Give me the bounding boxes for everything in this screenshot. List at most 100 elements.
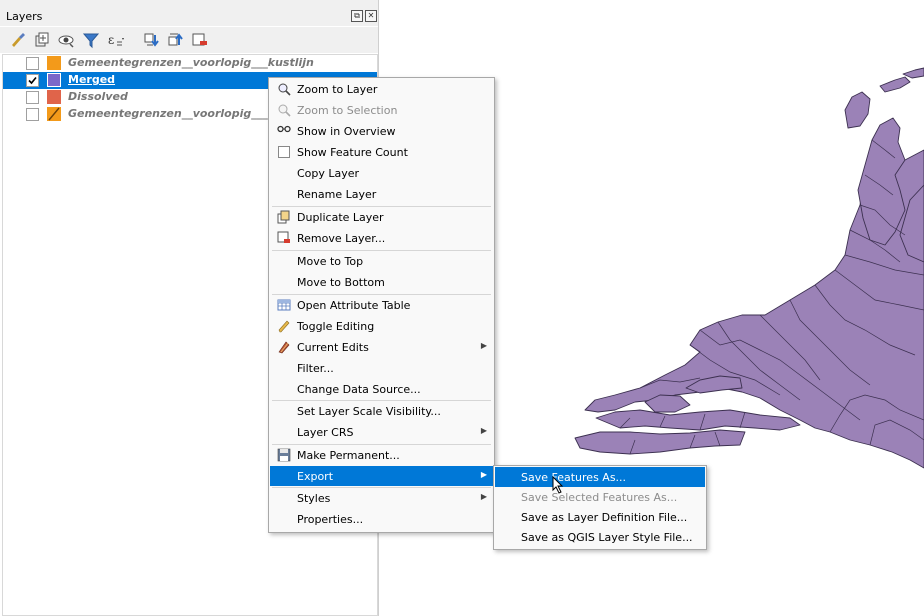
- remove-layer-icon: [277, 231, 290, 243]
- menu-item-label: Remove Layer...: [297, 232, 386, 245]
- layer-visibility-checkbox[interactable]: [26, 108, 39, 121]
- layer-context-menu: Zoom to Layer Zoom to Selection Show in …: [268, 77, 495, 533]
- overview-icon: [277, 125, 291, 133]
- menu-show-in-overview[interactable]: Show in Overview: [270, 121, 493, 141]
- layer-symbol: [47, 107, 61, 121]
- menu-toggle-editing[interactable]: Toggle Editing: [270, 316, 493, 336]
- texel-polygon: [844, 91, 871, 129]
- submenu-save-features-as[interactable]: Save Features As...: [495, 467, 705, 487]
- submenu-save-selected-features-as[interactable]: Save Selected Features As...: [495, 487, 705, 507]
- menu-item-label: Styles: [297, 492, 331, 505]
- menu-item-label: Move to Bottom: [297, 276, 385, 289]
- close-icon[interactable]: ✕: [365, 10, 377, 22]
- export-submenu: Save Features As... Save Selected Featur…: [493, 465, 707, 550]
- menu-item-label: Filter...: [297, 362, 334, 375]
- duplicate-icon: [277, 210, 290, 224]
- layer-name[interactable]: Dissolved: [68, 90, 128, 103]
- visibility-eye-icon[interactable]: [58, 31, 76, 49]
- menu-item-label: Open Attribute Table: [297, 299, 411, 312]
- wadden-island-polygon: [879, 76, 911, 93]
- zoom-selection-icon: [278, 104, 291, 117]
- menu-item-label: Current Edits: [297, 341, 369, 354]
- pencil-icon: [278, 320, 290, 333]
- wadden-island-polygon: [902, 67, 924, 79]
- layer-visibility-checkbox[interactable]: [26, 57, 39, 70]
- checkbox-icon[interactable]: [278, 146, 290, 158]
- layer-name[interactable]: Gemeentegrenzen__voorlopig___kustlijn: [68, 56, 314, 69]
- menu-item-label: Show Feature Count: [297, 146, 408, 159]
- zeeland-polygon: [595, 409, 801, 431]
- menu-item-label: Layer CRS: [297, 426, 354, 439]
- filter-legend-icon[interactable]: [82, 31, 100, 49]
- menu-current-edits[interactable]: Current Edits ▶: [270, 337, 493, 357]
- svg-text:ε: ε: [108, 33, 114, 47]
- checkmark-icon: [28, 76, 37, 85]
- current-edits-icon: [278, 341, 290, 354]
- layer-symbol: [47, 56, 61, 70]
- save-icon: [277, 448, 291, 462]
- layer-visibility-checkbox[interactable]: [26, 91, 39, 104]
- submenu-arrow-icon: ▶: [480, 341, 487, 350]
- menu-rename-layer[interactable]: Rename Layer: [270, 184, 493, 204]
- layer-symbol: [47, 73, 61, 87]
- attribute-table-icon: [277, 299, 291, 311]
- layer-name[interactable]: Gemeentegrenzen__voorlopig___kust: [68, 107, 295, 120]
- menu-item-label: Zoom to Layer: [297, 83, 378, 96]
- menu-item-label: Save Features As...: [521, 471, 627, 484]
- zeeuws-vlaanderen-polygon: [574, 429, 746, 455]
- menu-zoom-to-selection[interactable]: Zoom to Selection: [270, 100, 493, 120]
- submenu-save-layer-style[interactable]: Save as QGIS Layer Style File...: [495, 527, 705, 547]
- menu-move-to-top[interactable]: Move to Top: [270, 251, 493, 271]
- menu-item-label: Change Data Source...: [297, 383, 421, 396]
- collapse-all-icon[interactable]: [167, 31, 185, 49]
- style-manager-icon[interactable]: [9, 31, 27, 49]
- menu-duplicate-layer[interactable]: Duplicate Layer: [270, 207, 493, 227]
- menu-properties[interactable]: Properties...: [270, 509, 493, 529]
- panel-toolbar: ε: [0, 27, 378, 53]
- menu-remove-layer[interactable]: Remove Layer...: [270, 228, 493, 248]
- menu-item-label: Copy Layer: [297, 167, 360, 180]
- add-group-icon[interactable]: [33, 31, 51, 49]
- zoom-layer-icon: [278, 83, 291, 96]
- layer-name[interactable]: Merged: [68, 73, 115, 86]
- menu-export[interactable]: Export ▶: [270, 466, 493, 486]
- menu-styles[interactable]: Styles ▶: [270, 488, 493, 508]
- submenu-arrow-icon: ▶: [480, 492, 487, 501]
- menu-item-label: Export: [297, 470, 334, 483]
- remove-layer-icon[interactable]: [191, 31, 209, 49]
- float-icon[interactable]: ⧉: [351, 10, 363, 22]
- menu-zoom-to-layer[interactable]: Zoom to Layer: [270, 79, 493, 99]
- menu-item-label: Zoom to Selection: [297, 104, 398, 117]
- panel-header: Layers ⧉ ✕: [0, 0, 378, 26]
- panel-title: Layers: [6, 10, 43, 23]
- submenu-arrow-icon: ▶: [480, 426, 487, 435]
- layer-row[interactable]: Gemeentegrenzen__voorlopig___kustlijn: [3, 55, 377, 72]
- filter-expression-icon[interactable]: ε: [106, 31, 124, 49]
- menu-item-label: Show in Overview: [297, 125, 396, 138]
- menu-show-feature-count[interactable]: Show Feature Count: [270, 142, 493, 162]
- menu-item-label: Set Layer Scale Visibility...: [297, 405, 441, 418]
- menu-open-attribute-table[interactable]: Open Attribute Table: [270, 295, 493, 315]
- menu-item-label: Rename Layer: [297, 188, 377, 201]
- submenu-save-layer-definition[interactable]: Save as Layer Definition File...: [495, 507, 705, 527]
- menu-item-label: Duplicate Layer: [297, 211, 384, 224]
- menu-item-label: Save as QGIS Layer Style File...: [521, 531, 693, 544]
- menu-copy-layer[interactable]: Copy Layer: [270, 163, 493, 183]
- menu-item-label: Move to Top: [297, 255, 364, 268]
- submenu-arrow-icon: ▶: [480, 470, 487, 479]
- menu-set-layer-scale-visibility[interactable]: Set Layer Scale Visibility...: [270, 401, 493, 421]
- menu-make-permanent[interactable]: Make Permanent...: [270, 445, 493, 465]
- menu-item-label: Properties...: [297, 513, 364, 526]
- menu-item-label: Save as Layer Definition File...: [521, 511, 688, 524]
- menu-move-to-bottom[interactable]: Move to Bottom: [270, 272, 493, 292]
- mouse-cursor-icon: [552, 476, 564, 494]
- menu-layer-crs[interactable]: Layer CRS ▶: [270, 422, 493, 442]
- menu-filter[interactable]: Filter...: [270, 358, 493, 378]
- menu-item-label: Save Selected Features As...: [521, 491, 678, 504]
- layer-symbol: [47, 90, 61, 104]
- expand-all-icon[interactable]: [143, 31, 161, 49]
- menu-change-data-source[interactable]: Change Data Source...: [270, 379, 493, 399]
- menu-item-label: Toggle Editing: [297, 320, 375, 333]
- layer-visibility-checkbox[interactable]: [26, 74, 39, 87]
- menu-item-label: Make Permanent...: [297, 449, 400, 462]
